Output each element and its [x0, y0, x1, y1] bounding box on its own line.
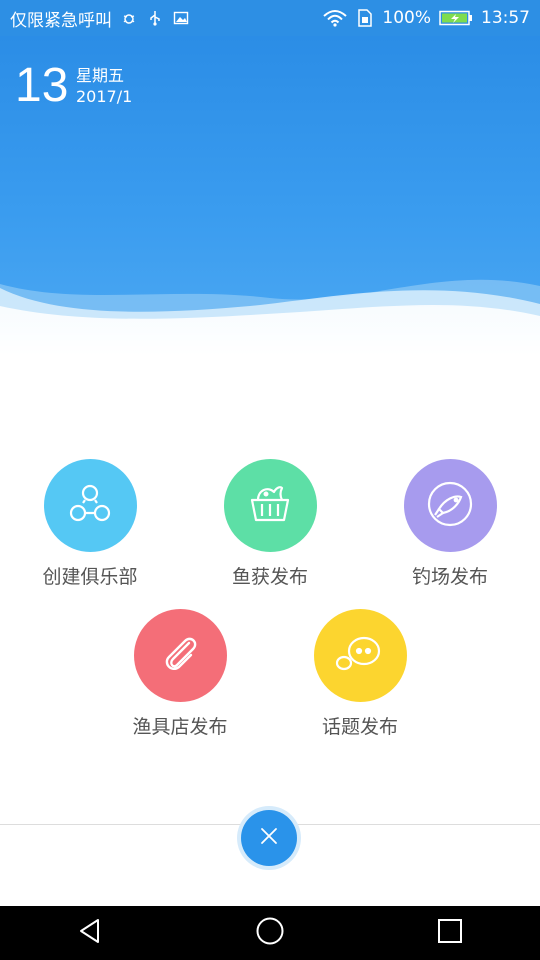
- sim-card-icon: [356, 9, 374, 27]
- chat-bubbles-icon: [332, 629, 388, 683]
- emergency-calls-text: 仅限紧急呼叫: [10, 10, 112, 31]
- close-icon: [259, 826, 279, 850]
- catch-post-button[interactable]: 鱼获发布: [190, 459, 350, 589]
- catch-post-label: 鱼获发布: [231, 566, 308, 588]
- system-nav-bar: [0, 906, 540, 960]
- topic-post-label: 话题发布: [321, 716, 398, 738]
- bug-icon: [120, 9, 138, 27]
- back-icon: [76, 917, 104, 949]
- close-button[interactable]: [241, 810, 297, 866]
- status-bar-left: 仅限紧急呼叫: [10, 6, 190, 31]
- create-club-label: 创建俱乐部: [42, 566, 138, 588]
- status-bar-right: 100% 13:57: [322, 8, 530, 28]
- nav-home-button[interactable]: [240, 906, 300, 960]
- nav-recents-button[interactable]: [420, 906, 480, 960]
- header-banner: 13 星期五 2017/1: [0, 36, 540, 356]
- paperclip-icon: [155, 629, 205, 683]
- nav-back-button[interactable]: [60, 906, 120, 960]
- clock-time: 13:57: [481, 8, 530, 28]
- create-club-button[interactable]: 创建俱乐部: [10, 459, 170, 589]
- status-bar: 仅限紧急呼叫 100% 13:57: [0, 0, 540, 36]
- date-year-month: 2017/1: [76, 87, 133, 106]
- date-day: 13: [15, 59, 69, 112]
- usb-icon: [146, 9, 164, 27]
- topic-post-button[interactable]: 话题发布: [280, 609, 440, 739]
- tackle-shop-post-label: 渔具店发布: [132, 716, 228, 738]
- basket-fish-icon: [244, 478, 296, 534]
- home-icon: [255, 916, 285, 950]
- date-weekday: 星期五: [76, 66, 125, 85]
- fishing-spot-post-label: 钓场发布: [411, 566, 488, 588]
- fishing-spot-post-button[interactable]: 钓场发布: [370, 459, 530, 589]
- tackle-shop-circle: [133, 609, 227, 702]
- topic-post-circle: [313, 609, 407, 702]
- fish-circle-icon: [425, 479, 475, 533]
- battery-percent: 100%: [382, 8, 431, 28]
- battery-charging-icon: [439, 9, 473, 27]
- image-icon: [172, 9, 190, 27]
- create-club-circle: [43, 459, 137, 552]
- wifi-icon: [322, 9, 348, 27]
- tackle-shop-post-button[interactable]: 渔具店发布: [100, 609, 260, 739]
- recents-icon: [437, 918, 463, 948]
- people-group-icon: [65, 479, 115, 533]
- fishing-spot-circle: [403, 459, 497, 552]
- catch-post-circle: [223, 459, 317, 552]
